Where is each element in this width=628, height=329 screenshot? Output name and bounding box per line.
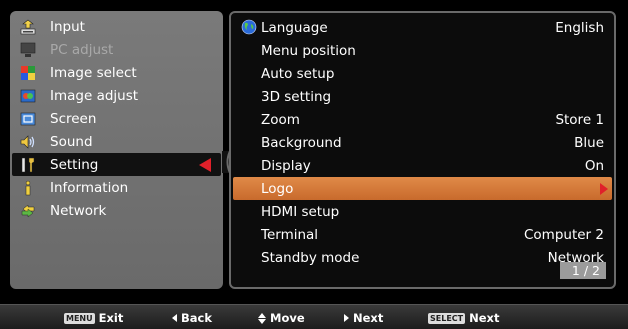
hint-label: Next xyxy=(353,311,384,325)
menu-item-image-select[interactable]: Image select xyxy=(12,61,221,84)
setting-value: On xyxy=(584,157,604,174)
network-icon xyxy=(20,203,36,219)
setting-item-display[interactable]: Display On xyxy=(233,154,612,177)
menu-item-input[interactable]: Input xyxy=(12,15,221,38)
up-down-arrow-icon xyxy=(258,312,266,324)
right-arrow-icon xyxy=(344,314,349,322)
hint-exit: MENU Exit xyxy=(64,311,123,325)
navigation-hint-bar: MENU Exit Back Move Next SELECT Next xyxy=(0,304,628,329)
setting-item-3d-setting[interactable]: 3D setting xyxy=(233,85,612,108)
menu-item-label: Information xyxy=(50,179,129,196)
hint-label: Back xyxy=(181,311,212,325)
setting-label: Auto setup xyxy=(261,65,335,82)
setting-label: HDMI setup xyxy=(261,203,340,220)
setting-label: Language xyxy=(261,19,328,36)
menu-item-information[interactable]: Information xyxy=(12,176,221,199)
select-key-icon: SELECT xyxy=(428,312,466,324)
submenu-arrow-icon xyxy=(600,183,608,195)
setting-item-language[interactable]: Language English xyxy=(233,16,612,39)
pc-adjust-icon xyxy=(20,42,36,58)
left-arrow-icon xyxy=(172,314,177,322)
information-icon xyxy=(20,180,36,196)
setting-value: Store 1 xyxy=(555,111,604,128)
hint-select-next: SELECT Next xyxy=(428,311,499,325)
hint-back: Back xyxy=(172,311,212,325)
setting-label: Terminal xyxy=(261,226,319,243)
setting-label: Menu position xyxy=(261,42,356,59)
setting-label: 3D setting xyxy=(261,88,332,105)
setting-label: Logo xyxy=(261,180,294,197)
setting-item-menu-position[interactable]: Menu position xyxy=(233,39,612,62)
setting-label: Display xyxy=(261,157,311,174)
menu-item-network[interactable]: Network xyxy=(12,199,221,222)
setting-item-auto-setup[interactable]: Auto setup xyxy=(233,62,612,85)
globe-icon xyxy=(241,19,257,35)
setting-item-zoom[interactable]: Zoom Store 1 xyxy=(233,108,612,131)
menu-item-pc-adjust[interactable]: PC adjust xyxy=(12,38,221,61)
menu-item-label: Image select xyxy=(50,64,137,81)
menu-item-label: Sound xyxy=(50,133,93,150)
setting-item-hdmi-setup[interactable]: HDMI setup xyxy=(233,200,612,223)
menu-item-label: PC adjust xyxy=(50,41,114,58)
setting-label: Background xyxy=(261,134,342,151)
menu-item-label: Input xyxy=(50,18,85,35)
menu-item-sound[interactable]: Sound xyxy=(12,130,221,153)
setting-submenu-panel: Language English Menu position Auto setu… xyxy=(229,11,616,289)
menu-key-icon: MENU xyxy=(64,312,95,324)
menu-item-label: Network xyxy=(50,202,107,219)
projector-osd: Input PC adjust Image select Image adjus… xyxy=(0,0,628,329)
setting-item-background[interactable]: Background Blue xyxy=(233,131,612,154)
hint-label: Move xyxy=(270,311,305,325)
input-icon xyxy=(20,19,36,35)
setting-label: Zoom xyxy=(261,111,300,128)
menu-item-label: Image adjust xyxy=(50,87,139,104)
main-menu-panel: Input PC adjust Image select Image adjus… xyxy=(10,11,223,289)
setting-value: Computer 2 xyxy=(524,226,604,243)
menu-item-label: Screen xyxy=(50,110,97,127)
setting-value: English xyxy=(555,19,604,36)
image-select-icon xyxy=(20,65,36,81)
setting-value: Blue xyxy=(574,134,604,151)
menu-item-image-adjust[interactable]: Image adjust xyxy=(12,84,221,107)
setting-item-standby-mode[interactable]: Standby mode Network xyxy=(233,246,612,269)
selection-arrow-icon xyxy=(199,158,211,172)
hint-label: Exit xyxy=(98,311,124,325)
menu-item-setting[interactable]: Setting xyxy=(12,153,221,176)
menu-item-screen[interactable]: Screen xyxy=(12,107,221,130)
setting-item-logo[interactable]: Logo xyxy=(233,177,612,200)
sound-icon xyxy=(20,134,36,150)
screen-icon xyxy=(20,111,36,127)
image-adjust-icon xyxy=(20,88,36,104)
setting-label: Standby mode xyxy=(261,249,360,266)
hint-next: Next xyxy=(344,311,383,325)
setting-icon xyxy=(20,157,36,173)
hint-label: Next xyxy=(469,311,500,325)
setting-item-terminal[interactable]: Terminal Computer 2 xyxy=(233,223,612,246)
menu-item-label: Setting xyxy=(50,156,99,173)
hint-move: Move xyxy=(258,311,305,325)
page-indicator: 1 / 2 xyxy=(560,262,606,279)
